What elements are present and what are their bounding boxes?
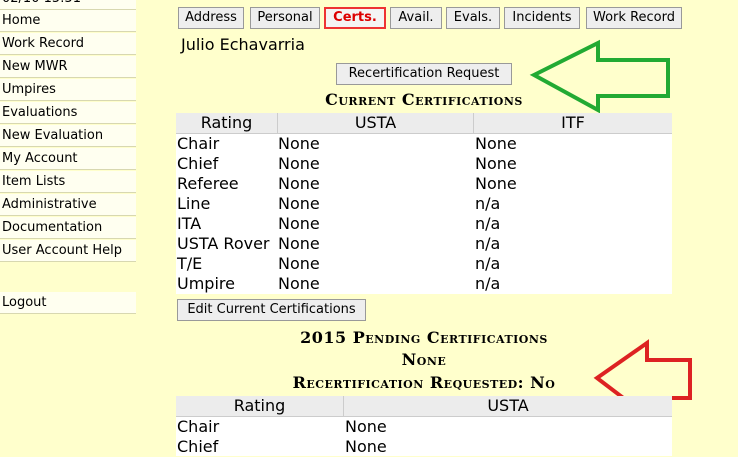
person-name: Julio Echavarria (181, 35, 305, 54)
cell-rating: T/E (177, 254, 203, 273)
cell-rating: ITA (177, 214, 202, 233)
sidebar-item-user-account-help[interactable]: User Account Help (0, 240, 136, 262)
sidebar-item-administrative[interactable]: Administrative (0, 194, 136, 216)
sidebar-item-home[interactable]: Home (0, 10, 136, 32)
cell-itf: n/a (475, 234, 501, 253)
column-header-usta: USTA (278, 113, 474, 133)
table-header: Rating USTA ITF (176, 113, 672, 134)
sidebar-item-documentation[interactable]: Documentation (0, 217, 136, 239)
column-header-rating: Rating (176, 396, 344, 416)
cell-rating: Referee (177, 174, 239, 193)
recertification-request-button[interactable]: Recertification Request (336, 63, 512, 85)
tab-work-record[interactable]: Work Record (586, 7, 682, 29)
column-header-rating: Rating (176, 113, 278, 133)
column-header-usta: USTA (487, 396, 529, 415)
cell-rating: Umpire (177, 274, 235, 293)
cell-usta: None (345, 437, 387, 456)
tab-certs[interactable]: Certs. (324, 7, 386, 29)
cell-usta: None (278, 154, 320, 173)
cell-usta: None (278, 274, 320, 293)
sidebar-item-work-record[interactable]: Work Record (0, 33, 136, 55)
cell-rating: Chair (177, 417, 220, 436)
cell-usta: None (278, 234, 320, 253)
sidebar-item-new-mwr[interactable]: New MWR (0, 56, 136, 78)
cell-itf: n/a (475, 214, 501, 233)
sidebar-item-umpires[interactable]: Umpires (0, 79, 136, 101)
cell-usta: None (345, 417, 387, 436)
cell-itf: n/a (475, 254, 501, 273)
cell-itf: n/a (475, 274, 501, 293)
cell-usta: None (278, 194, 320, 213)
tab-address[interactable]: Address (178, 7, 244, 29)
sidebar-datetime: 02/10 15:51 (0, 0, 136, 10)
sidebar-item-logout[interactable]: Logout (0, 292, 136, 314)
cell-itf: None (475, 154, 517, 173)
cell-rating: Chief (177, 437, 219, 456)
cell-usta: None (278, 254, 320, 273)
cell-usta: None (278, 134, 320, 153)
table-header: Rating USTA (176, 396, 672, 417)
cell-rating: Chair (177, 134, 220, 153)
cell-rating: USTA Rover (177, 234, 270, 253)
current-certifications-table: Rating USTA ITF Chair None None Chief No… (176, 113, 672, 294)
cell-usta: None (278, 214, 320, 233)
cell-usta: None (278, 174, 320, 193)
column-header-itf: ITF (561, 113, 585, 132)
tab-personal[interactable]: Personal (250, 7, 320, 29)
current-certifications-title: Current Certifications (325, 90, 523, 109)
tab-evals[interactable]: Evals. (446, 7, 500, 29)
cell-itf: None (475, 174, 517, 193)
tab-avail[interactable]: Avail. (390, 7, 442, 29)
cell-rating: Line (177, 194, 211, 213)
sidebar-item-evaluations[interactable]: Evaluations (0, 102, 136, 124)
sidebar-item-new-evaluation[interactable]: New Evaluation (0, 125, 136, 147)
tab-incidents[interactable]: Incidents (504, 7, 580, 29)
cell-itf: None (475, 134, 517, 153)
sidebar-item-my-account[interactable]: My Account (0, 148, 136, 170)
cell-itf: n/a (475, 194, 501, 213)
sidebar: 02/10 15:51 Home Work Record New MWR Ump… (0, 0, 136, 456)
sidebar-item-item-lists[interactable]: Item Lists (0, 171, 136, 193)
pending-certifications-table: Rating USTA Chair None Chief None (176, 396, 672, 456)
edit-current-certifications-button[interactable]: Edit Current Certifications (177, 299, 366, 321)
cell-rating: Chief (177, 154, 219, 173)
